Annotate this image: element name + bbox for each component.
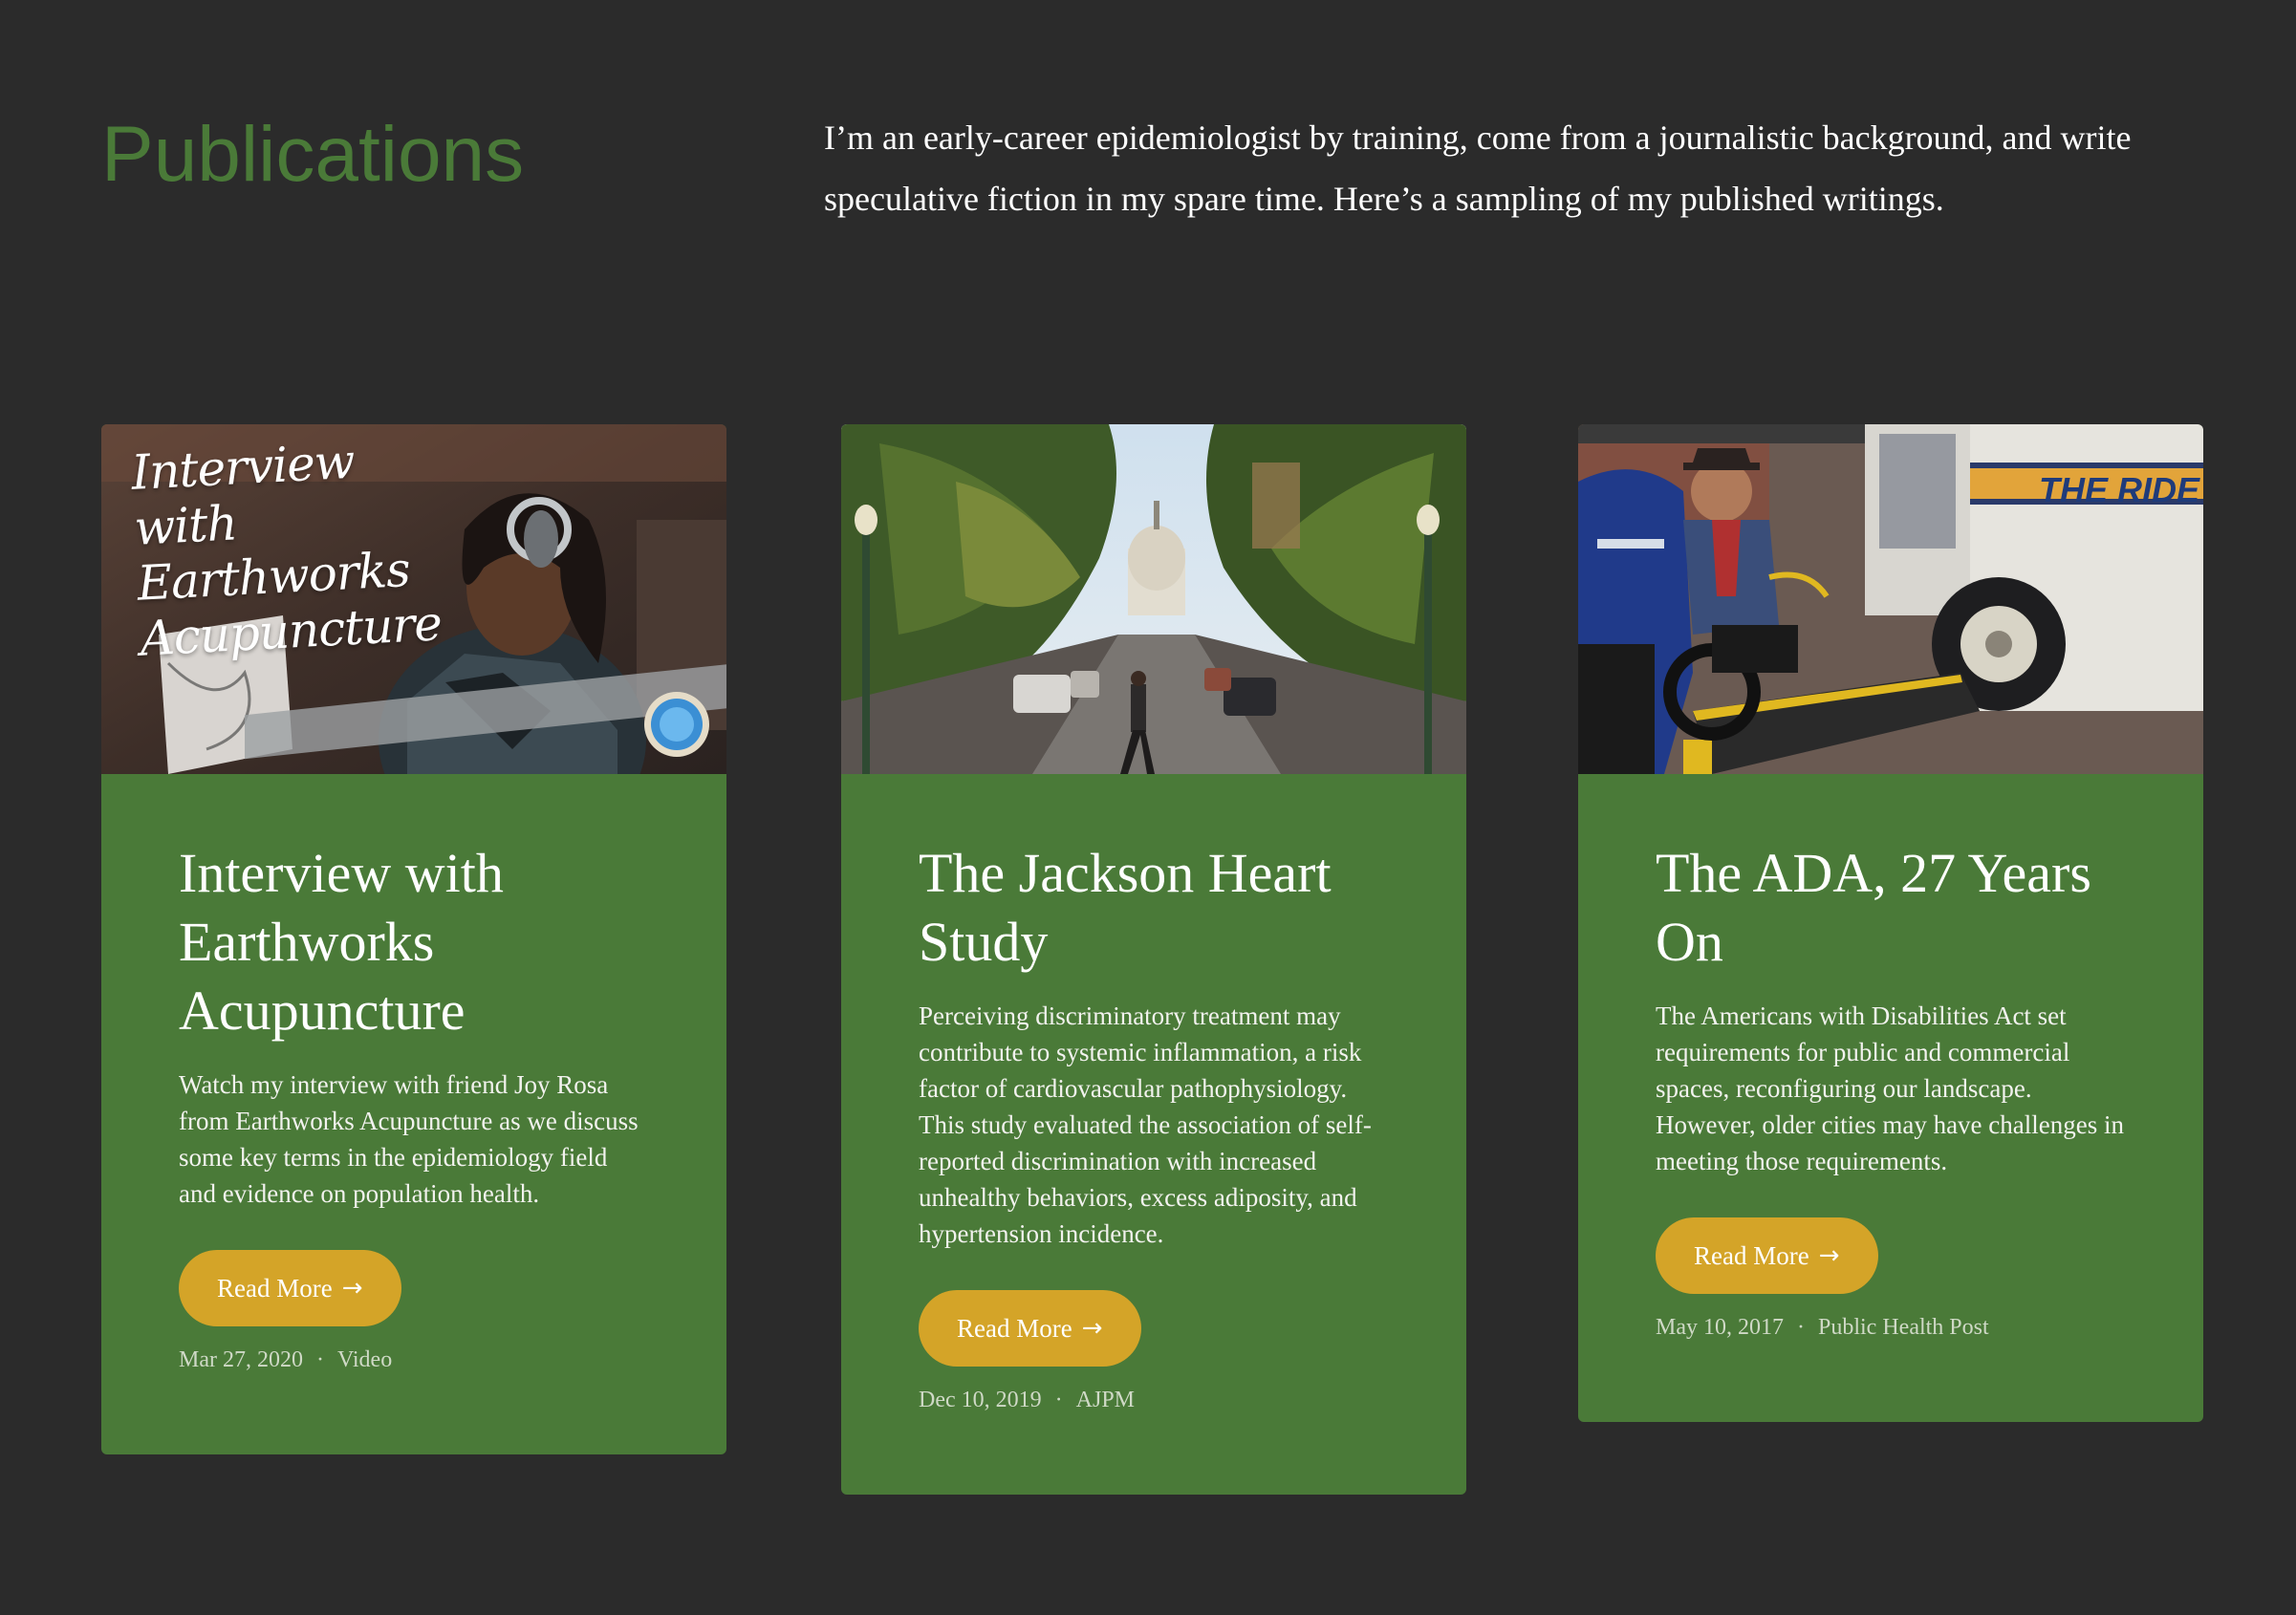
read-more-label: Read More xyxy=(217,1273,333,1303)
intro-text: I’m an early-career epidemiologist by tr… xyxy=(824,118,2132,218)
card-image-ada[interactable]: THE RIDE xyxy=(1578,424,2203,774)
publication-card-ada: THE RIDE The ADA, 27 Years On The Americ… xyxy=(1578,424,2203,1422)
publication-source: Video xyxy=(336,1347,393,1372)
card-meta: Dec 10, 2019 · AJPM xyxy=(919,1388,1390,1413)
card-description: Watch my interview with friend Joy Rosa … xyxy=(179,1070,639,1208)
thumbnail-caption: Interview with Earthworks Acupuncture xyxy=(130,433,444,667)
arrow-right-icon: → xyxy=(1081,1314,1103,1343)
publication-source: Public Health Post xyxy=(1818,1315,1989,1340)
card-description: The Americans with Disabilities Act set … xyxy=(1656,1001,2124,1175)
street-capitol-photo xyxy=(841,424,1466,774)
meta-separator: · xyxy=(1054,1388,1063,1412)
card-title[interactable]: Interview with Earthworks Acupuncture xyxy=(179,839,650,1045)
publish-date: Mar 27, 2020 xyxy=(179,1347,303,1372)
publish-date: May 10, 2017 xyxy=(1656,1315,1784,1340)
arrow-right-icon: → xyxy=(1818,1241,1840,1270)
read-more-label: Read More xyxy=(957,1313,1072,1343)
card-title[interactable]: The ADA, 27 Years On xyxy=(1656,839,2127,977)
meta-separator: · xyxy=(315,1347,324,1372)
read-more-button[interactable]: Read More → xyxy=(919,1290,1141,1367)
card-meta: May 10, 2017 · Public Health Post xyxy=(1656,1315,2127,1341)
card-description: Perceiving discriminatory treatment may … xyxy=(919,1001,1372,1248)
van-sign: THE RIDE xyxy=(2038,470,2199,509)
card-image-jackson-heart[interactable] xyxy=(841,424,1466,774)
read-more-button[interactable]: Read More → xyxy=(1656,1217,1878,1294)
read-more-button[interactable]: Read More → xyxy=(179,1250,401,1326)
publication-card-interview: Interview with Earthworks Acupuncture In… xyxy=(101,424,726,1454)
meta-separator: · xyxy=(1797,1315,1805,1340)
arrow-right-icon: → xyxy=(341,1274,363,1303)
card-meta: Mar 27, 2020 · Video xyxy=(179,1347,650,1373)
publication-source: AJPM xyxy=(1075,1388,1135,1412)
card-image-interview[interactable]: Interview with Earthworks Acupuncture xyxy=(101,424,726,774)
publish-date: Dec 10, 2019 xyxy=(919,1388,1042,1412)
page-title: Publications xyxy=(101,111,525,198)
card-title[interactable]: The Jackson Heart Study xyxy=(919,839,1390,977)
publication-card-jackson-heart: The Jackson Heart Study Perceiving discr… xyxy=(841,424,1466,1495)
read-more-label: Read More xyxy=(1694,1240,1809,1270)
